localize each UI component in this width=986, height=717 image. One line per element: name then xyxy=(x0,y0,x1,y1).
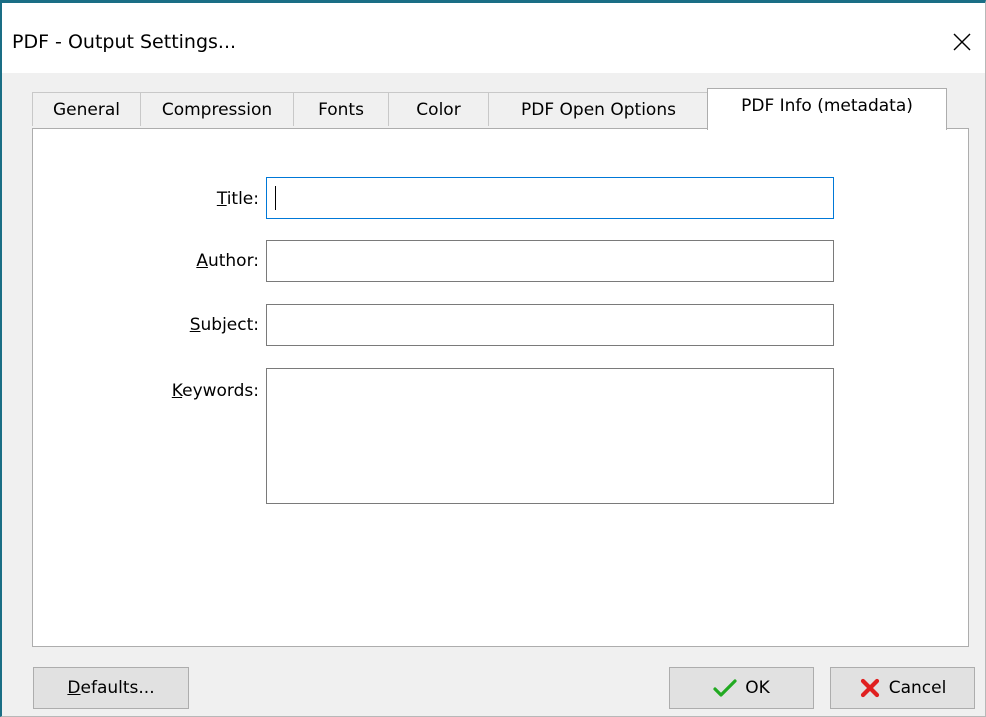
title-bar[interactable]: PDF - Output Settings... xyxy=(2,3,985,73)
keywords-textarea[interactable] xyxy=(266,368,834,504)
tab-label: Fonts xyxy=(318,99,364,120)
tab-label: PDF Info (metadata) xyxy=(741,96,913,116)
tab-label: PDF Open Options xyxy=(521,99,676,120)
cancel-button-label: Cancel xyxy=(888,678,947,698)
ok-button[interactable]: OK xyxy=(669,667,814,709)
tab-pdf-open-options[interactable]: PDF Open Options xyxy=(488,92,709,126)
tab-pdf-info-metadata[interactable]: PDF Info (metadata) xyxy=(707,88,947,130)
defaults-button-label: Defaults... xyxy=(67,678,155,698)
author-input[interactable] xyxy=(266,240,834,282)
ok-button-label: OK xyxy=(745,678,770,698)
tab-label: Compression xyxy=(161,99,273,120)
title-label: Title: xyxy=(216,189,259,209)
close-icon xyxy=(953,33,971,51)
cancel-button[interactable]: Cancel xyxy=(830,667,975,709)
close-button[interactable] xyxy=(939,21,985,63)
dialog-window: PDF - Output Settings... General Compres… xyxy=(0,0,986,717)
tab-compression[interactable]: Compression xyxy=(140,92,294,126)
window-title: PDF - Output Settings... xyxy=(12,31,237,53)
subject-label: Subject: xyxy=(189,315,259,335)
checkmark-icon xyxy=(713,678,737,698)
defaults-button[interactable]: Defaults... xyxy=(33,667,189,709)
tab-fonts[interactable]: Fonts xyxy=(293,92,389,126)
tab-label: General xyxy=(53,99,120,120)
title-input[interactable] xyxy=(266,177,834,219)
tab-color[interactable]: Color xyxy=(388,92,489,126)
tab-label: Color xyxy=(416,99,461,120)
subject-input[interactable] xyxy=(266,304,834,346)
tab-panel-pdf-info: Title: Author: Subject: Keywords: xyxy=(32,128,969,647)
red-x-icon xyxy=(859,677,881,699)
author-label: Author: xyxy=(196,251,259,271)
text-caret xyxy=(275,186,276,210)
tab-general[interactable]: General xyxy=(32,92,141,126)
keywords-label: Keywords: xyxy=(171,381,259,401)
